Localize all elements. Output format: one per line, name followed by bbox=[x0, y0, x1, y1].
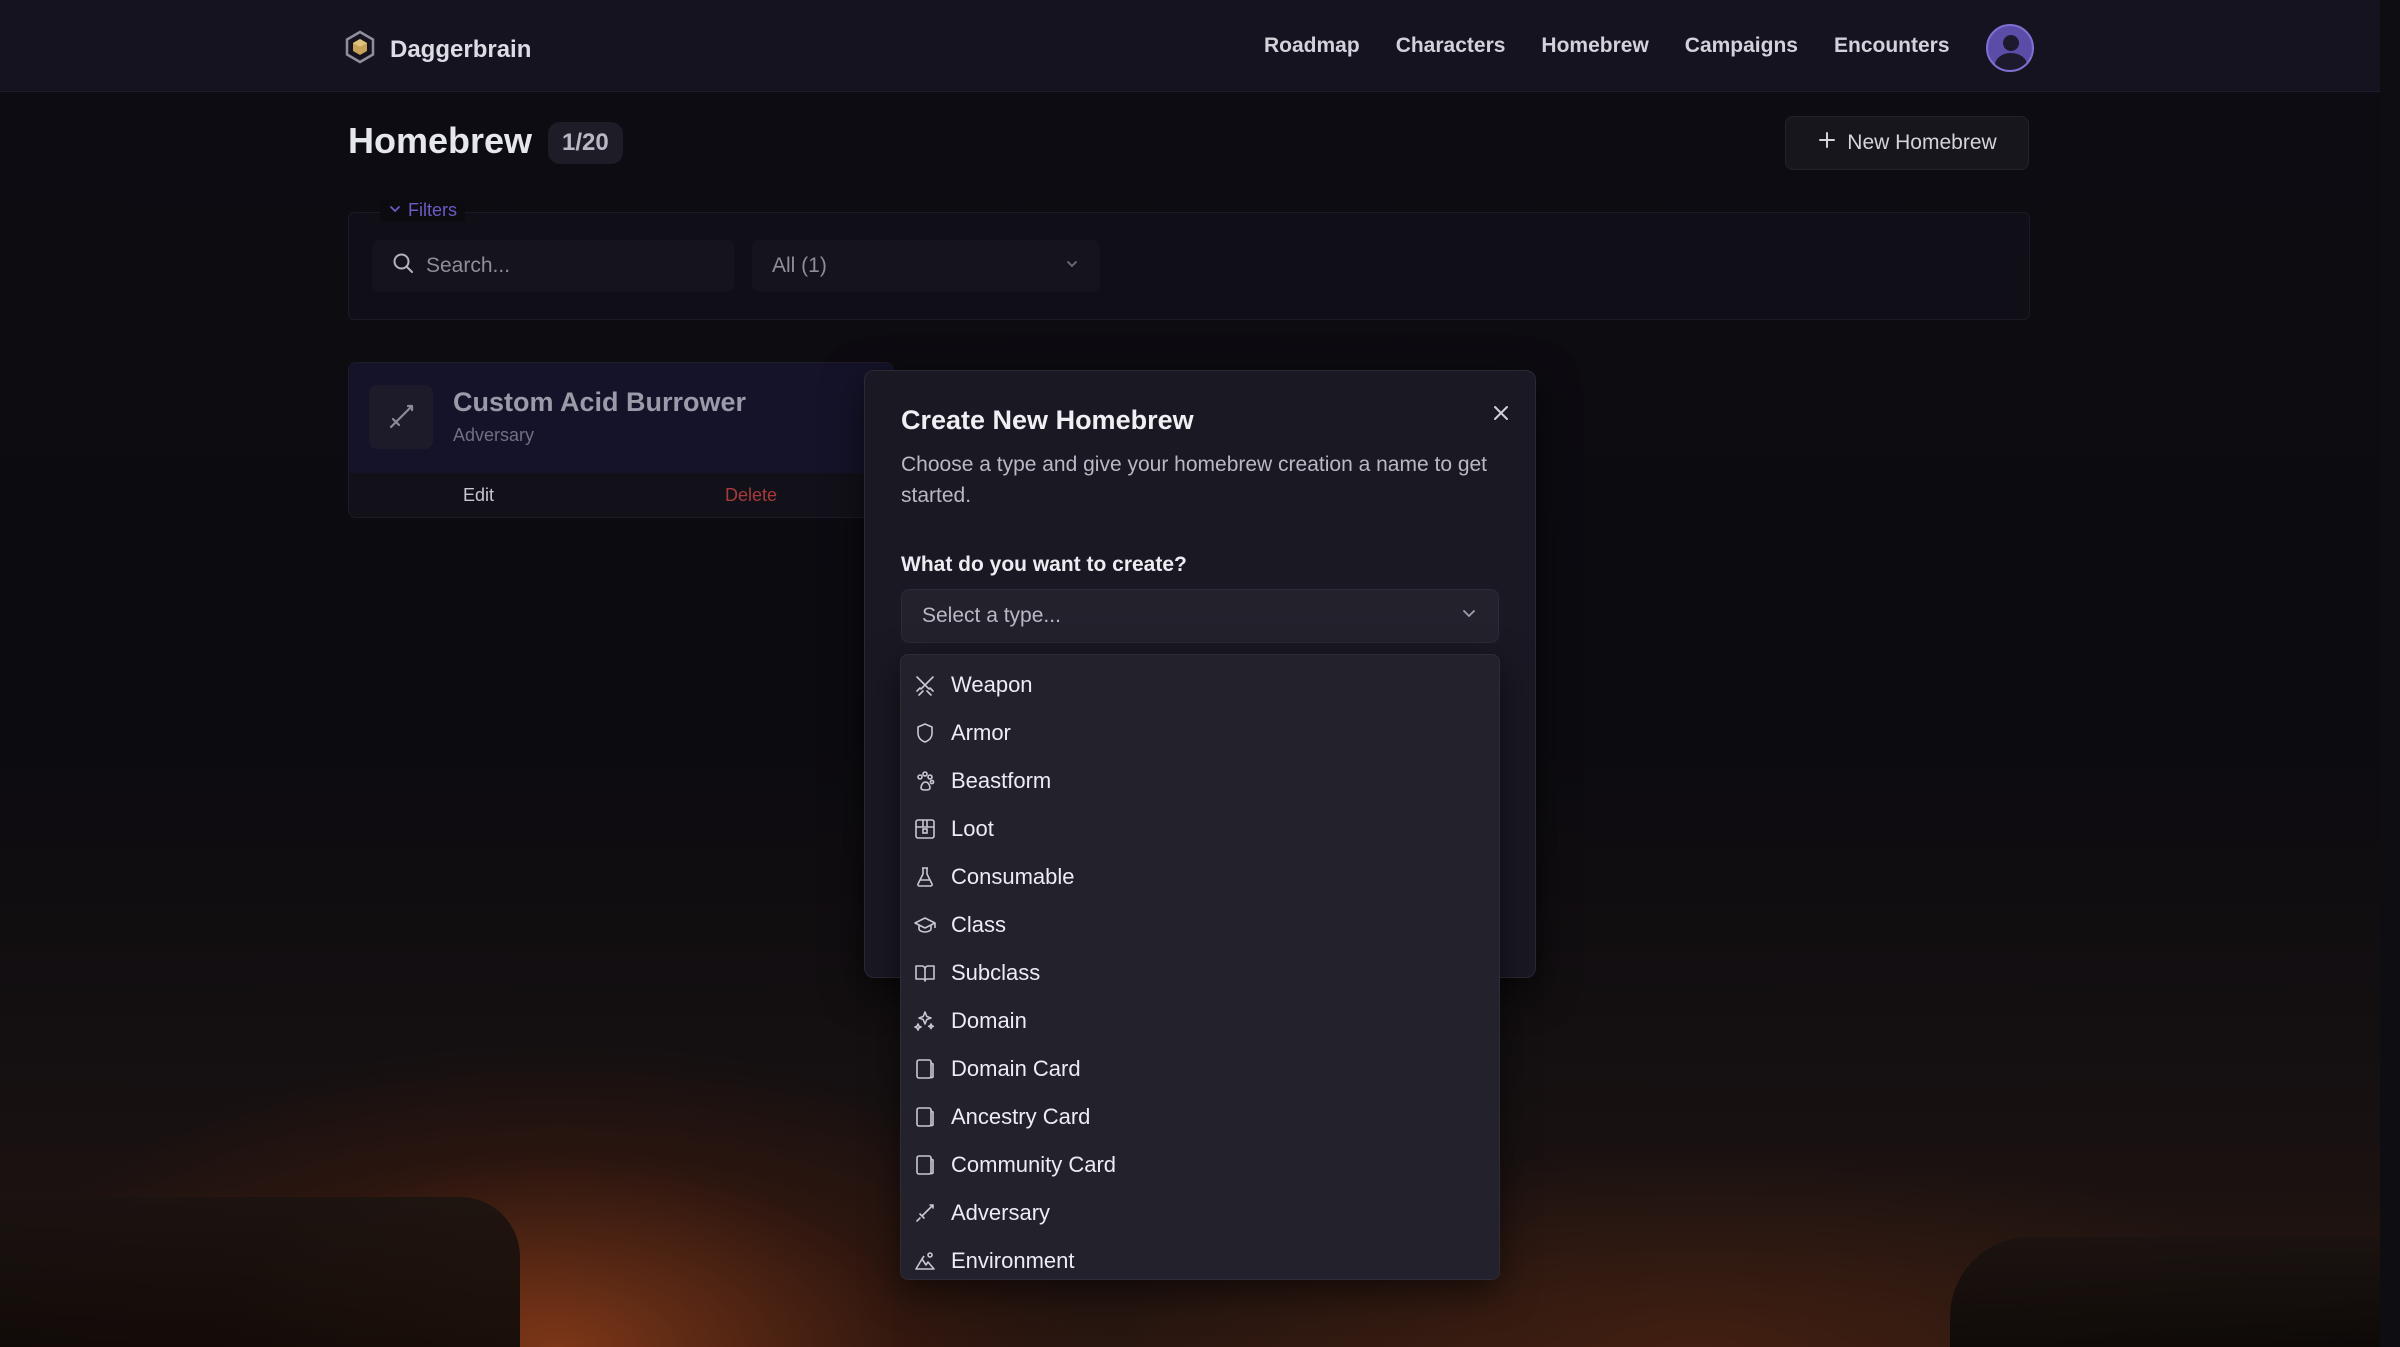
search-icon bbox=[392, 252, 414, 280]
sparkles-icon bbox=[914, 1011, 935, 1031]
brand[interactable]: Daggerbrain bbox=[344, 30, 531, 69]
background-rubble bbox=[1950, 1237, 2380, 1347]
logo-icon bbox=[344, 30, 376, 69]
chevron-down-icon bbox=[1460, 604, 1478, 628]
background-rubble bbox=[0, 1197, 520, 1347]
new-homebrew-label: New Homebrew bbox=[1847, 131, 1997, 154]
filters-toggle[interactable]: Filters bbox=[380, 200, 465, 221]
avatar[interactable] bbox=[1986, 24, 2034, 72]
option-label: Environment bbox=[951, 1248, 1075, 1273]
option-label: Adversary bbox=[951, 1200, 1051, 1225]
option-label: Subclass bbox=[951, 960, 1041, 985]
shield-icon bbox=[917, 723, 933, 743]
card-title: Custom Acid Burrower bbox=[453, 387, 747, 417]
option-loot[interactable]: Loot bbox=[901, 805, 1499, 853]
page-title: Homebrew bbox=[348, 120, 533, 161]
option-armor[interactable]: Armor bbox=[901, 709, 1499, 757]
option-label: Weapon bbox=[951, 672, 1033, 697]
option-class[interactable]: Class bbox=[901, 901, 1499, 949]
chevron-down-icon bbox=[1064, 254, 1080, 278]
nav-link-encounters[interactable]: Encounters bbox=[1834, 34, 1950, 58]
new-homebrew-button[interactable]: New Homebrew bbox=[1785, 116, 2029, 170]
mountain-icon bbox=[915, 1252, 935, 1270]
homebrew-card[interactable]: Custom Acid Burrower Adversary Edit Dele… bbox=[348, 362, 894, 518]
option-label: Class bbox=[951, 912, 1007, 937]
type-dropdown-menu: Weapon Armor Beastform Loot Consumable C… bbox=[900, 654, 1500, 1280]
nav-link-campaigns[interactable]: Campaigns bbox=[1685, 34, 1798, 58]
filters-label: Filters bbox=[408, 200, 457, 220]
nav-link-roadmap[interactable]: Roadmap bbox=[1264, 34, 1360, 58]
type-field-label: What do you want to create? bbox=[901, 553, 1187, 576]
brand-name: Daggerbrain bbox=[390, 35, 532, 63]
type-select-placeholder: Select a type... bbox=[922, 604, 1061, 627]
chevron-down-icon bbox=[388, 200, 402, 221]
option-label: Armor bbox=[951, 720, 1011, 745]
option-weapon[interactable]: Weapon bbox=[901, 661, 1499, 709]
open-book-icon bbox=[915, 965, 935, 982]
sword-icon bbox=[369, 385, 433, 449]
top-navbar: Daggerbrain Roadmap Characters Homebrew … bbox=[0, 0, 2380, 92]
option-label: Beastform bbox=[951, 768, 1052, 793]
option-label: Domain Card bbox=[951, 1056, 1081, 1081]
dialog-title: Create New Homebrew bbox=[901, 405, 1194, 435]
option-label: Domain bbox=[951, 1008, 1027, 1033]
nav-link-characters[interactable]: Characters bbox=[1396, 34, 1506, 58]
close-icon[interactable] bbox=[1485, 397, 1517, 429]
paw-icon bbox=[917, 771, 935, 791]
card-icon bbox=[916, 1155, 934, 1175]
option-subclass[interactable]: Subclass bbox=[901, 949, 1499, 997]
type-filter-select[interactable]: All (1) bbox=[752, 240, 1100, 292]
card-icon bbox=[916, 1107, 934, 1127]
option-consumable[interactable]: Consumable bbox=[901, 853, 1499, 901]
option-label: Consumable bbox=[951, 864, 1075, 889]
delete-button[interactable]: Delete bbox=[725, 485, 777, 506]
option-domain-card[interactable]: Domain Card bbox=[901, 1045, 1499, 1093]
homebrew-count-badge: 1/20 bbox=[548, 122, 623, 164]
type-select[interactable]: Select a type... bbox=[901, 589, 1499, 643]
option-community-card[interactable]: Community Card bbox=[901, 1141, 1499, 1189]
edit-button[interactable]: Edit bbox=[463, 485, 494, 506]
option-beastform[interactable]: Beastform bbox=[901, 757, 1499, 805]
flask-icon bbox=[917, 867, 933, 887]
option-adversary[interactable]: Adversary bbox=[901, 1189, 1499, 1237]
search-input[interactable]: Search... bbox=[372, 240, 734, 292]
dialog-description: Choose a type and give your homebrew cre… bbox=[901, 453, 1488, 507]
option-label: Community Card bbox=[951, 1152, 1117, 1177]
type-filter-value: All (1) bbox=[772, 254, 827, 277]
sword-icon bbox=[916, 1204, 934, 1222]
swords-icon bbox=[916, 676, 934, 696]
option-label: Loot bbox=[951, 816, 994, 841]
option-ancestry-card[interactable]: Ancestry Card bbox=[901, 1093, 1499, 1141]
option-domain[interactable]: Domain bbox=[901, 997, 1499, 1045]
plus-icon bbox=[1817, 130, 1837, 156]
scrollbar[interactable] bbox=[2380, 0, 2400, 1347]
option-label: Ancestry Card bbox=[951, 1104, 1091, 1129]
search-placeholder: Search... bbox=[426, 254, 511, 277]
chest-icon bbox=[915, 819, 935, 839]
option-environment[interactable]: Environment bbox=[901, 1237, 1499, 1285]
nav-link-homebrew[interactable]: Homebrew bbox=[1541, 34, 1648, 58]
nav-links: Roadmap Characters Homebrew Campaigns En… bbox=[1264, 34, 1950, 58]
card-subtitle: Adversary bbox=[453, 425, 535, 445]
graduation-cap-icon bbox=[914, 917, 936, 933]
card-icon bbox=[916, 1059, 934, 1079]
